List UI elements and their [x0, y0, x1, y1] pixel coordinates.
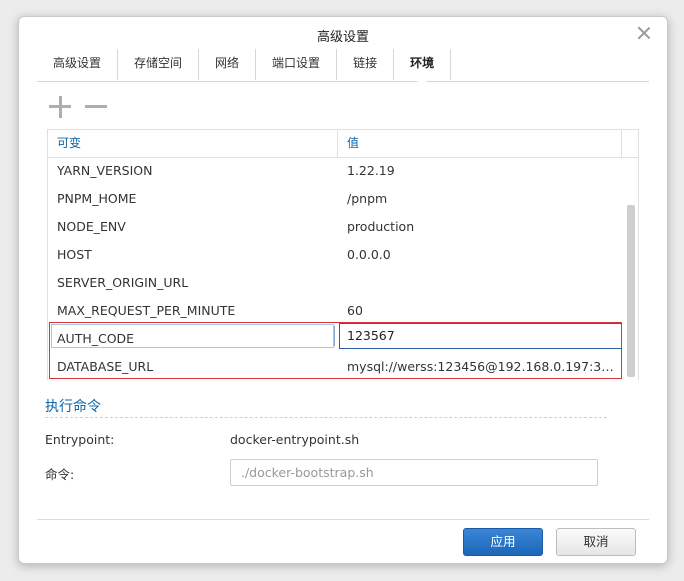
table-row[interactable]: PNPM_HOME /pnpm	[48, 186, 638, 214]
env-table-scrollbar[interactable]	[627, 205, 635, 377]
table-row[interactable]: SERVER_ORIGIN_URL	[48, 270, 638, 298]
minus-icon[interactable]	[85, 96, 107, 118]
cancel-button[interactable]: 取消	[556, 528, 636, 556]
exec-section-title: 执行命令	[45, 399, 101, 415]
env-value	[338, 270, 620, 298]
env-key: YARN_VERSION	[57, 163, 153, 178]
tab-advanced[interactable]: 高级设置	[37, 49, 119, 80]
tab-bar: 高级设置 存储空间 网络 端口设置 链接 环境	[37, 49, 649, 86]
table-row[interactable]: MAX_REQUEST_PER_MINUTE 60	[48, 298, 638, 326]
env-key: NODE_ENV	[57, 219, 126, 234]
entrypoint-value: docker-entrypoint.sh	[230, 432, 360, 447]
env-key: SERVER_ORIGIN_URL	[57, 275, 189, 290]
env-value: 1.22.19	[347, 163, 395, 178]
column-resize-handle[interactable]	[334, 326, 335, 346]
entrypoint-label: Entrypoint:	[45, 432, 115, 447]
env-value: production	[347, 219, 415, 234]
dialog-title: 高级设置	[316, 30, 369, 45]
env-value-edit-field[interactable]: 123567	[339, 323, 622, 349]
tab-port-settings[interactable]: 端口设置	[256, 49, 338, 80]
env-value: mysql://werss:123456@192.168.0.197:33...	[347, 359, 620, 374]
tab-environment[interactable]: 环境	[394, 49, 452, 86]
table-row[interactable]: HOST 0.0.0.0	[48, 242, 638, 270]
env-key-edit-field[interactable]	[51, 324, 334, 348]
advanced-settings-dialog: 高级设置 高级设置 存储空间 网络 端口设置 链接 环境 可变 值 YARN_V…	[18, 16, 668, 564]
command-input[interactable]	[230, 459, 598, 486]
table-row[interactable]: DATABASE_URL mysql://werss:123456@192.16…	[48, 354, 638, 380]
table-row[interactable]: NODE_ENV production	[48, 214, 638, 242]
apply-button[interactable]: 应用	[463, 528, 543, 556]
plus-icon[interactable]	[49, 96, 71, 118]
env-table-header: 可变 值	[48, 130, 638, 158]
column-header-variable[interactable]: 可变	[48, 130, 338, 157]
env-key: DATABASE_URL	[57, 359, 154, 374]
tab-network[interactable]: 网络	[199, 49, 257, 80]
footer-divider	[37, 519, 649, 520]
command-label: 命令:	[45, 467, 75, 482]
tab-storage[interactable]: 存储空间	[118, 49, 200, 80]
close-icon[interactable]	[637, 26, 651, 40]
env-value: 0.0.0.0	[347, 247, 391, 262]
section-divider	[45, 417, 607, 418]
column-header-value[interactable]: 值	[338, 130, 622, 157]
tab-links[interactable]: 链接	[337, 49, 395, 80]
env-key: HOST	[57, 247, 92, 262]
env-key: MAX_REQUEST_PER_MINUTE	[57, 303, 236, 318]
env-value: 60	[347, 303, 363, 318]
table-row[interactable]: YARN_VERSION 1.22.19	[48, 158, 638, 186]
env-value: /pnpm	[347, 191, 388, 206]
env-key: PNPM_HOME	[57, 191, 137, 206]
